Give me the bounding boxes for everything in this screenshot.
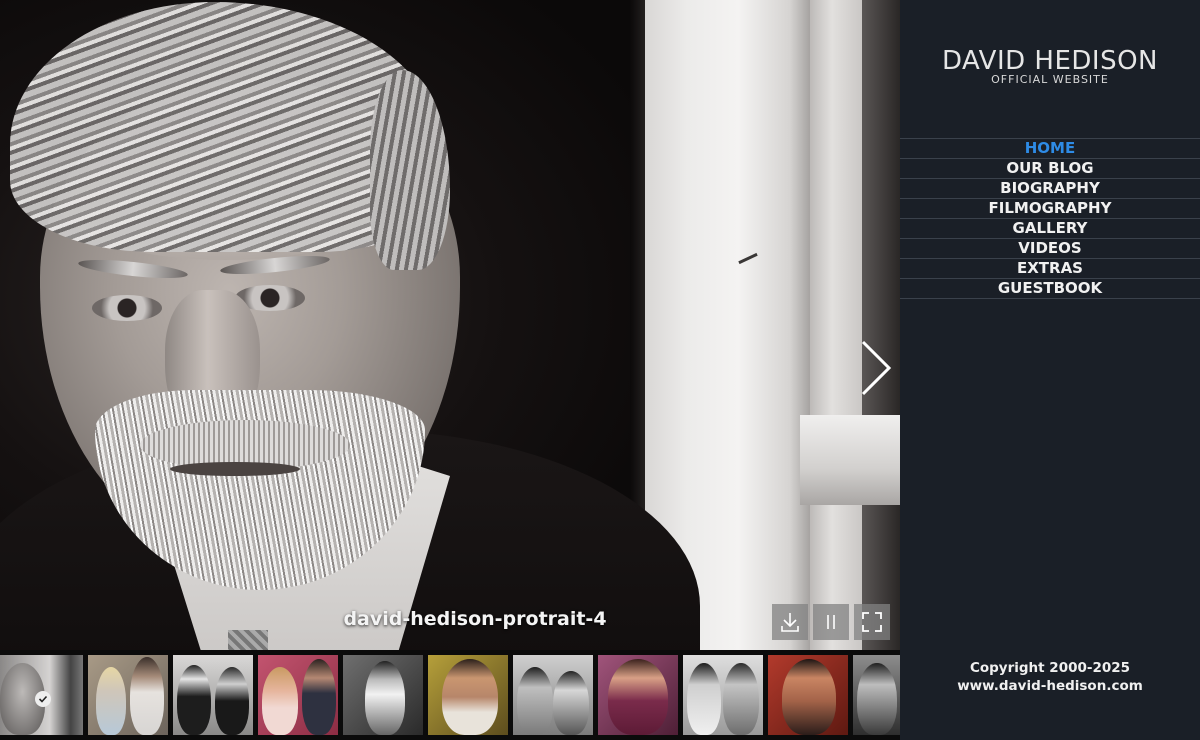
- fullscreen-button[interactable]: [854, 604, 890, 640]
- thumbnail[interactable]: [768, 655, 848, 735]
- main-photo: [0, 0, 900, 650]
- thumbnail[interactable]: [343, 655, 423, 735]
- thumbnail[interactable]: [513, 655, 593, 735]
- thumbnail[interactable]: [428, 655, 508, 735]
- nav-item-guestbook[interactable]: GUESTBOOK: [900, 279, 1200, 299]
- thumbnail[interactable]: [598, 655, 678, 735]
- pause-button[interactable]: [813, 604, 849, 640]
- download-button[interactable]: [772, 604, 808, 640]
- nav-item-our-blog[interactable]: OUR BLOG: [900, 159, 1200, 179]
- copyright-text: Copyright 2000-2025: [969, 660, 1131, 676]
- slide-caption: david-hedison-protrait-4: [343, 608, 607, 630]
- nav-item-biography[interactable]: BIOGRAPHY: [900, 179, 1200, 199]
- thumbnail[interactable]: [683, 655, 763, 735]
- thumbnail[interactable]: [258, 655, 338, 735]
- download-icon: [781, 613, 799, 632]
- slideshow-stage[interactable]: david-hedison-protrait-4: [0, 0, 900, 650]
- thumbnail-strip[interactable]: [0, 650, 900, 740]
- site-title[interactable]: DAVID HEDISON: [900, 46, 1200, 76]
- nav-item-filmography[interactable]: FILMOGRAPHY: [900, 199, 1200, 219]
- thumbnail[interactable]: [853, 655, 900, 735]
- selected-check-icon: [35, 691, 51, 707]
- thumbnail[interactable]: [88, 655, 168, 735]
- thumbnail[interactable]: [173, 655, 253, 735]
- site-url: www.david-hedison.com: [957, 678, 1143, 694]
- chevron-right-icon: [861, 340, 892, 396]
- thumbnail[interactable]: [0, 655, 83, 735]
- nav-item-extras[interactable]: EXTRAS: [900, 259, 1200, 279]
- nav-item-home[interactable]: HOME: [900, 139, 1200, 159]
- next-slide-button[interactable]: [858, 338, 898, 398]
- sidebar: DAVID HEDISON OFFICIAL WEBSITE HOME OUR …: [900, 0, 1200, 740]
- pause-icon: [827, 615, 835, 629]
- site-subtitle: OFFICIAL WEBSITE: [991, 73, 1109, 86]
- nav-item-videos[interactable]: VIDEOS: [900, 239, 1200, 259]
- main-nav: HOME OUR BLOG BIOGRAPHY FILMOGRAPHY GALL…: [900, 138, 1200, 299]
- fullscreen-icon: [862, 612, 882, 632]
- nav-item-gallery[interactable]: GALLERY: [900, 219, 1200, 239]
- footer: Copyright 2000-2025 www.david-hedison.co…: [900, 659, 1200, 695]
